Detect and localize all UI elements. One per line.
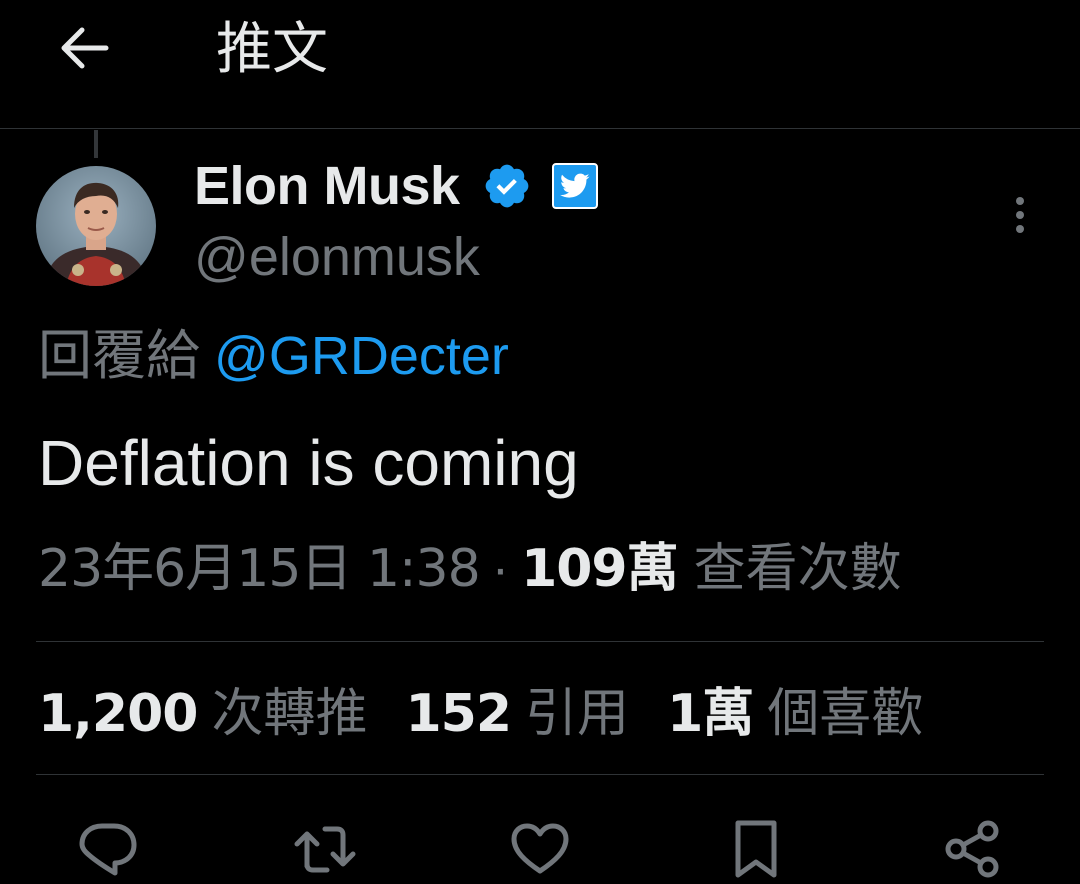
views-count: 109萬 — [521, 539, 679, 599]
bookmark-button[interactable] — [721, 814, 791, 884]
tweet-stats-row: 1,200 次轉推 152 引用 1萬 個喜歡 — [38, 680, 961, 748]
likes-stat[interactable]: 1萬 個喜歡 — [667, 680, 923, 748]
share-icon — [945, 820, 999, 878]
quotes-count: 152 — [405, 684, 513, 744]
share-button[interactable] — [937, 814, 1007, 884]
arrow-left-icon — [61, 27, 109, 69]
author-handle[interactable]: @elonmusk — [194, 226, 480, 288]
verified-badge-icon — [482, 161, 532, 211]
header-bar: 推文 — [0, 0, 1080, 129]
more-options-button[interactable] — [1000, 190, 1040, 240]
divider — [36, 774, 1044, 775]
reply-context: 回覆給 @GRDecter — [38, 323, 509, 389]
page-title: 推文 — [216, 17, 328, 82]
retweets-label: 次轉推 — [211, 684, 368, 744]
twitter-bird-icon — [559, 173, 590, 198]
views-label: 查看次數 — [693, 539, 902, 599]
likes-count: 1萬 — [667, 684, 754, 744]
quotes-label: 引用 — [525, 684, 630, 744]
tweet-action-bar — [0, 814, 1080, 884]
twitter-affiliation-badge[interactable] — [551, 163, 598, 209]
tweet-timestamp[interactable]: 23年6月15日 1:38 — [38, 535, 481, 603]
retweets-stat[interactable]: 1,200 次轉推 — [38, 680, 368, 748]
thread-connector-line — [94, 130, 98, 158]
avatar-image — [36, 166, 156, 286]
reply-mention-link[interactable]: @GRDecter — [214, 326, 509, 386]
tweet-meta-row: 23年6月15日 1:38 · 109萬 查看次數 — [38, 535, 902, 603]
meta-separator: · — [491, 540, 510, 598]
back-button[interactable] — [52, 20, 116, 76]
retweets-count: 1,200 — [38, 684, 198, 744]
reply-button[interactable] — [73, 814, 143, 884]
tweet-body-text: Deflation is coming — [38, 427, 579, 499]
likes-label: 個喜歡 — [767, 684, 924, 744]
author-display-name[interactable]: Elon Musk — [194, 155, 460, 217]
heart-icon — [511, 823, 569, 874]
retweet-icon — [294, 826, 356, 873]
bookmark-icon — [735, 820, 777, 878]
avatar[interactable] — [36, 166, 156, 286]
retweet-button[interactable] — [291, 814, 361, 884]
more-dots-icon — [1016, 197, 1024, 205]
divider — [36, 641, 1044, 642]
reply-bubble-icon — [79, 823, 137, 876]
author-name-row: Elon Musk — [194, 153, 598, 219]
quotes-stat[interactable]: 152 引用 — [406, 680, 630, 748]
like-button[interactable] — [505, 814, 575, 884]
reply-prefix-label: 回覆給 — [38, 324, 200, 387]
